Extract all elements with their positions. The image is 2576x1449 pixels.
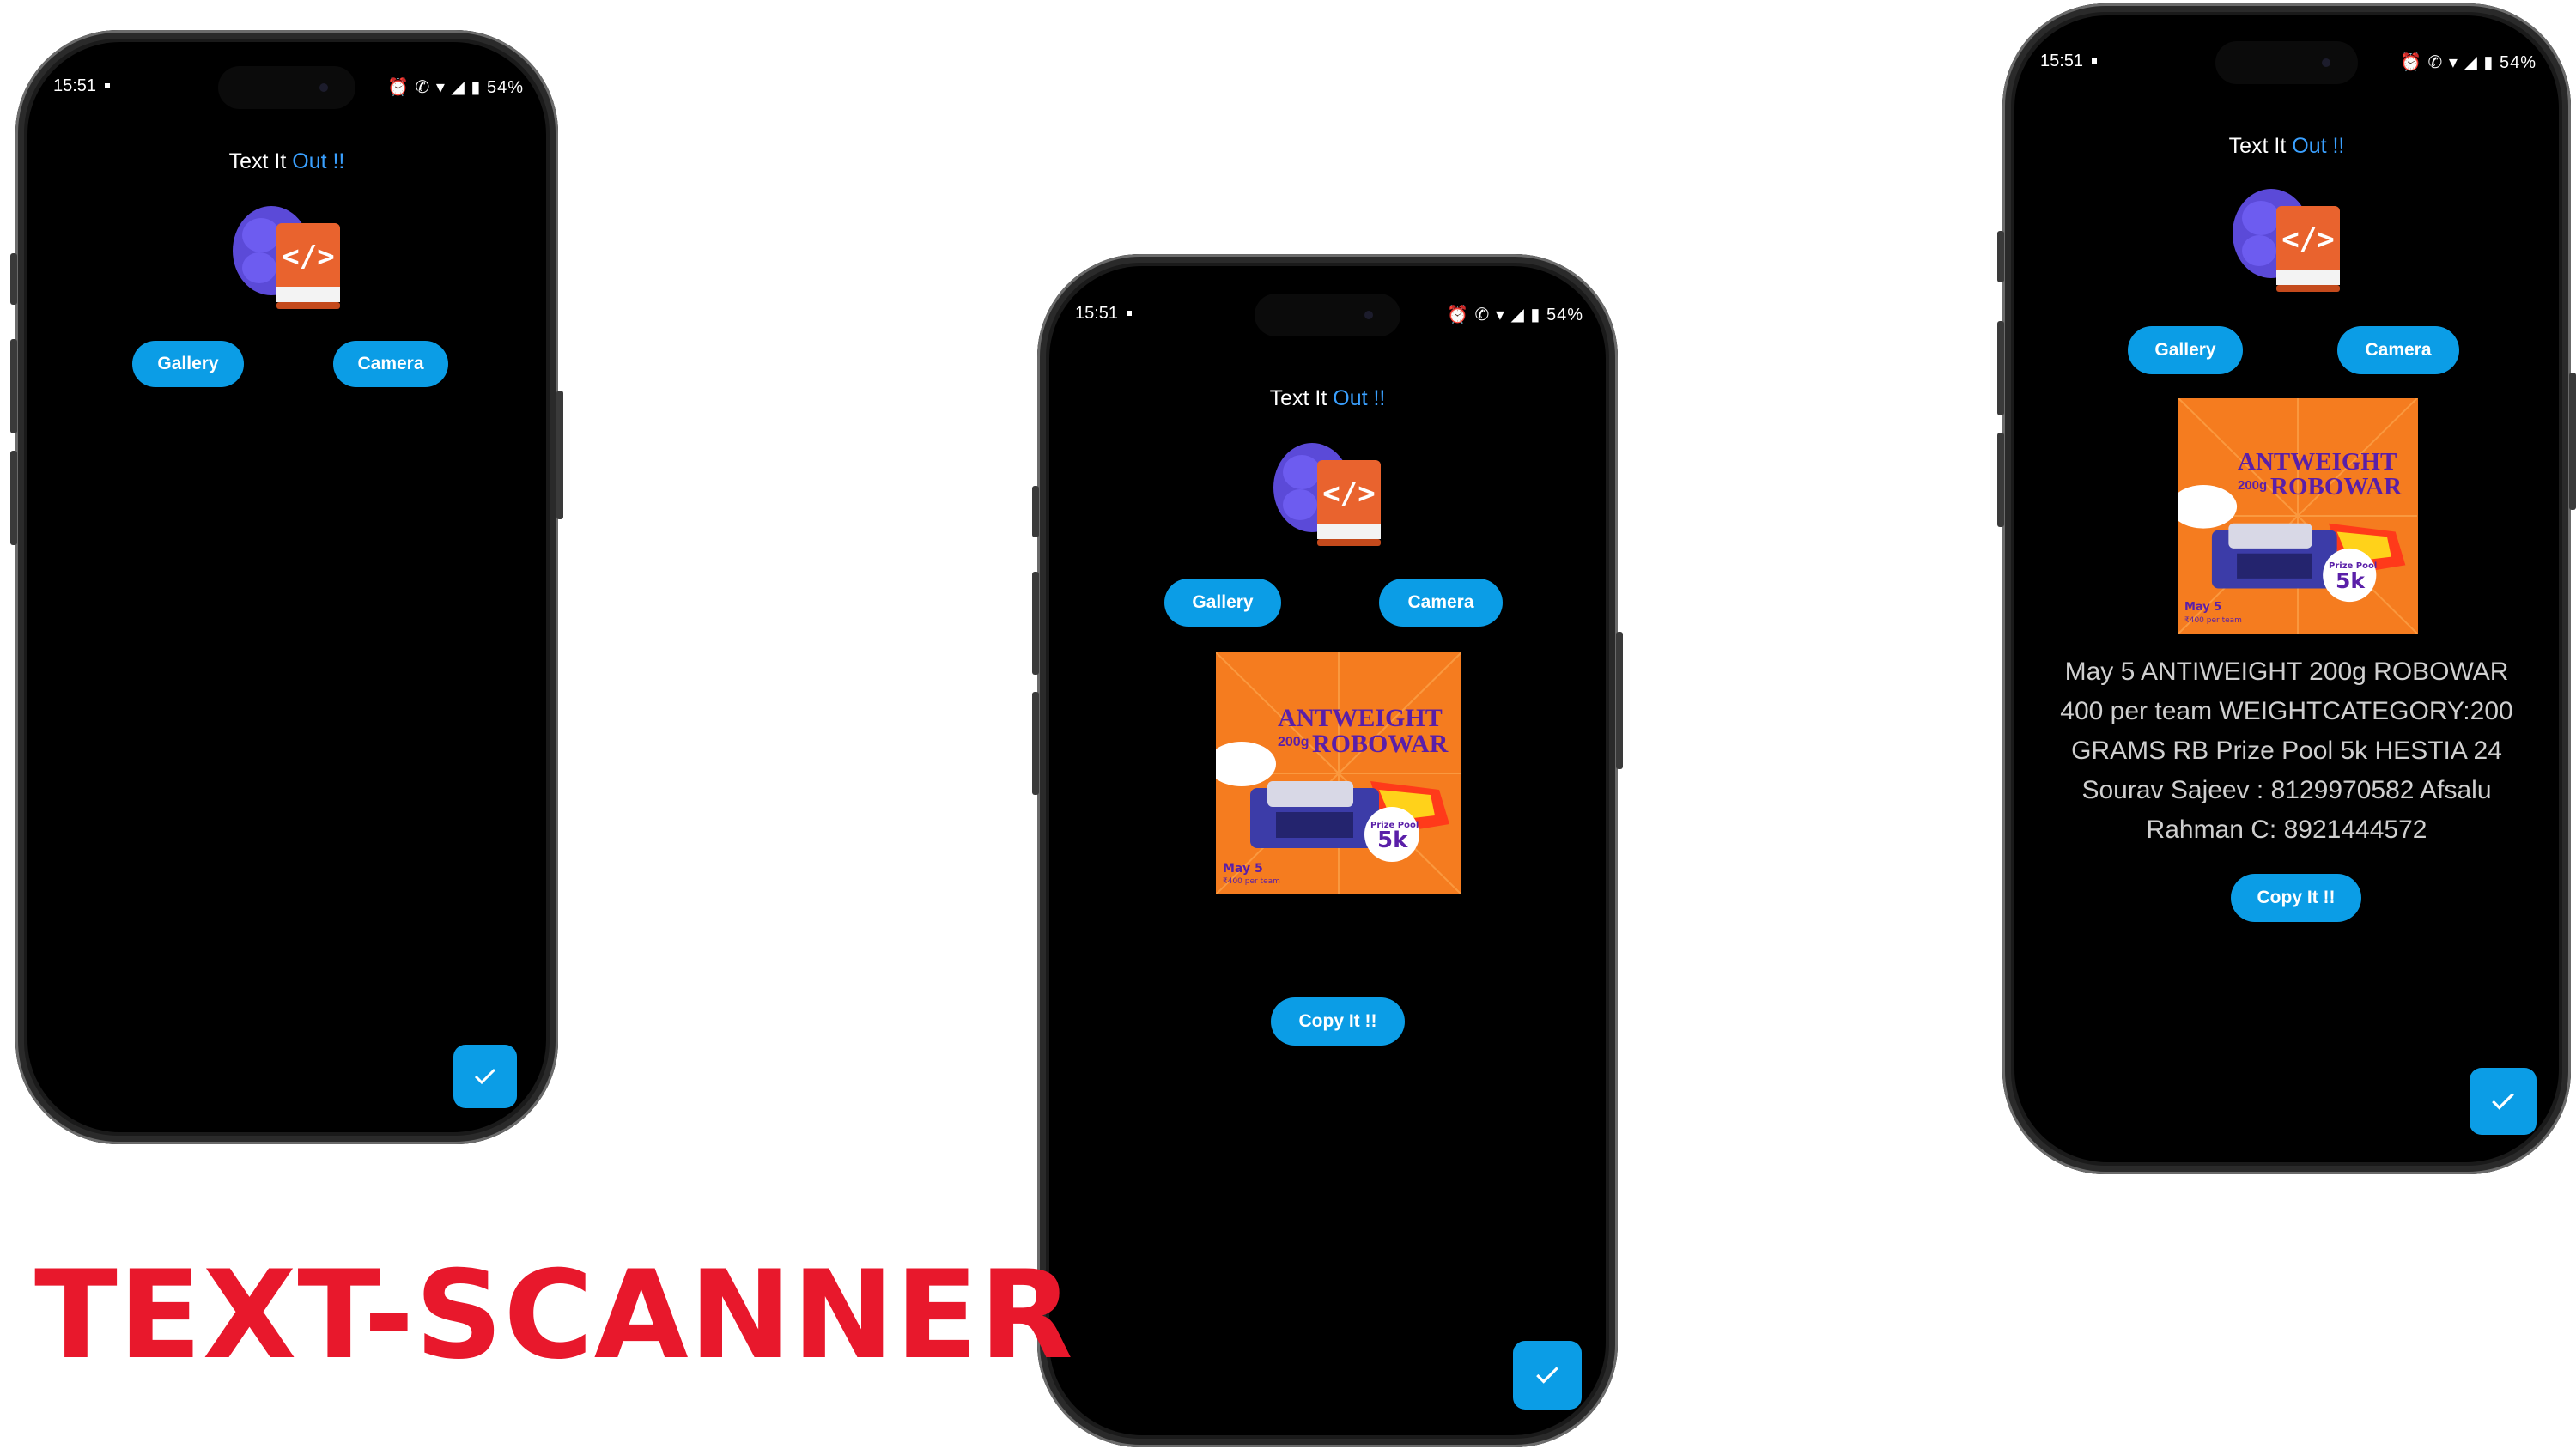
svg-text:</>: </> [2281,222,2334,257]
notification-dot-icon [1127,311,1132,316]
phone-mockup-text-extracted: 15:51 ⏰ ✆ ▾ ◢ ▮ 54% Text It Out !! </> G… [1997,3,2576,1174]
poster-fee: ₹400 per team [1223,877,1280,886]
notification-dot-icon [105,83,110,88]
svg-text:</>: </> [1322,476,1375,511]
battery-level: 54% [486,78,524,97]
poster-prize-value: 5k [2336,568,2366,593]
status-icons: ⏰ ✆ ▾ ◢ ▮ 54% [387,78,524,97]
status-icons: ⏰ ✆ ▾ ◢ ▮ 54% [1447,306,1583,324]
poster-title-weight: 200g [2238,478,2268,493]
poster-title-line1: ANTWEIGHT [1278,704,1443,732]
camera-button[interactable]: Camera [333,341,448,387]
extracted-text: May 5 ANTIWEIGHT 200g ROBOWAR 400 per te… [2060,658,2513,844]
status-icons: ⏰ ✆ ▾ ◢ ▮ 54% [2400,53,2537,72]
check-icon [2492,1093,2514,1110]
app-screen: 15:51 ⏰ ✆ ▾ ◢ ▮ 54% Text It Out !! </> G… [1049,266,1606,1435]
dynamic-island [2215,41,2358,84]
copy-text-button[interactable]: Copy It !! [1271,997,1405,1046]
brain-code-logo-icon: </> [1273,443,1381,546]
selected-image-preview: ANTWEIGHT 200g ROBOWAR Prize Pool 5k May… [1216,652,1461,894]
battery-level: 54% [1546,306,1583,324]
brain-code-logo-icon: </> [233,206,340,309]
app-title: Text It Out !! [1269,386,1386,410]
poster-title-weight: 200g [1278,735,1309,749]
app-title: Text It Out !! [2228,134,2345,158]
check-icon [1536,1367,1558,1384]
page-headline: TEXT-SCANNER [34,1245,1074,1386]
status-time: 15:51 [53,76,97,95]
status-time: 15:51 [1075,304,1119,323]
poster-title-line2: ROBOWAR [2270,473,2403,500]
app-title: Text It Out !! [228,149,345,173]
done-fab-button[interactable] [1513,1341,1582,1410]
notification-dot-icon [2092,58,2097,64]
poster-prize-value: 5k [1377,828,1408,853]
poster-title-line2: ROBOWAR [1312,730,1449,758]
gallery-button[interactable]: Gallery [2128,326,2243,374]
poster-fee: ₹400 per team [2184,616,2242,625]
brain-code-logo-icon: </> [2233,189,2340,292]
selected-image-preview: ANTWEIGHT 200g ROBOWAR Prize Pool 5k May… [2178,398,2418,634]
dynamic-island [218,66,355,109]
poster-date: May 5 [2184,601,2222,614]
app-screen: 15:51 ⏰ ✆ ▾ ◢ ▮ 54% Text It Out !! </> G… [2014,15,2559,1162]
dynamic-island [1255,294,1400,336]
app-screen: 15:51 ⏰ ✆ ▾ ◢ ▮ 54% Text It Out !! </> G… [27,42,546,1132]
phone-mockup-initial: 15:51 ⏰ ✆ ▾ ◢ ▮ 54% Text It Out !! </> G… [10,30,563,1144]
camera-button[interactable]: Camera [1379,579,1503,627]
copy-text-button[interactable]: Copy It !! [2231,874,2361,922]
battery-level: 54% [2499,53,2537,72]
done-fab-button[interactable] [453,1045,517,1108]
phone-mockup-image-loaded: 15:51 ⏰ ✆ ▾ ◢ ▮ 54% Text It Out !! </> G… [1032,254,1623,1447]
done-fab-button[interactable] [2470,1068,2537,1135]
svg-text:</>: </> [282,239,334,274]
check-icon [474,1068,496,1085]
status-time: 15:51 [2040,52,2084,70]
poster-date: May 5 [1223,862,1263,876]
camera-button[interactable]: Camera [2337,326,2459,374]
gallery-button[interactable]: Gallery [1164,579,1281,627]
gallery-button[interactable]: Gallery [132,341,244,387]
